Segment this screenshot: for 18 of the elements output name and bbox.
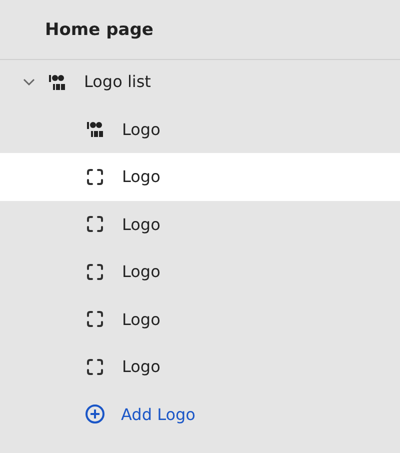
add-logo-button[interactable]: Add Logo	[0, 390, 400, 438]
tree-item[interactable]: Logo	[0, 248, 400, 296]
tree-item-label[interactable]: Logo list	[84, 72, 151, 92]
tree-item[interactable]: Logo	[0, 343, 400, 390]
tree-item[interactable]: Logo	[0, 200, 400, 248]
tree-item[interactable]: Logo	[0, 153, 400, 200]
dashed-frame-icon	[86, 358, 104, 376]
logo-mark-icon	[86, 120, 104, 138]
dashed-frame-icon	[86, 310, 104, 328]
tree-item[interactable]: Logo	[0, 106, 400, 153]
logo-mark-icon	[48, 72, 66, 91]
dashed-frame-icon	[86, 215, 104, 234]
dashed-frame-icon	[86, 168, 104, 186]
plus-circle-icon	[85, 404, 105, 424]
dashed-frame-icon	[86, 262, 104, 281]
page-title: Home page	[45, 20, 154, 40]
chevron-icon[interactable]	[23, 78, 35, 86]
tree-item[interactable]: Logo	[0, 296, 400, 343]
